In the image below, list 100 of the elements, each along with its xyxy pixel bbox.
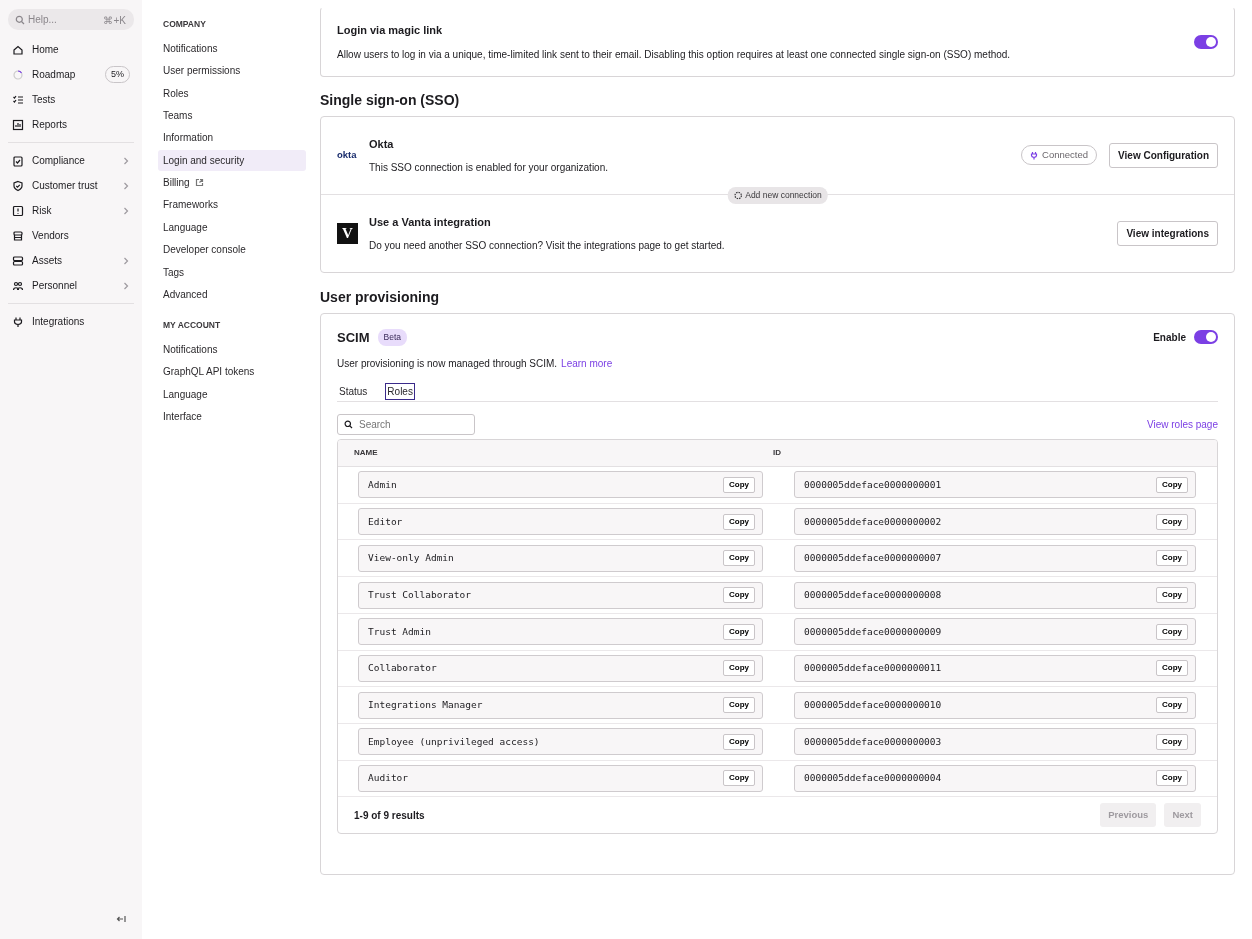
toggle-label: Enable bbox=[1153, 330, 1186, 345]
sidebar-item[interactable]: Personnel bbox=[8, 273, 134, 298]
settings-nav-item[interactable]: Billing bbox=[158, 172, 306, 194]
section-heading: COMPANY bbox=[162, 18, 207, 31]
card-title: SCIM bbox=[337, 328, 370, 347]
sidebar-item[interactable]: Vendors bbox=[8, 223, 134, 248]
settings-nav-item[interactable]: GraphQL API tokens bbox=[158, 361, 306, 383]
copy-button[interactable]: Copy bbox=[1156, 733, 1188, 750]
connection-title: Use a Vanta integration bbox=[369, 214, 492, 230]
settings-nav-item[interactable]: Tags bbox=[158, 261, 306, 283]
copyable-field: 0000005ddeface0000000003 Copy bbox=[794, 728, 1196, 756]
copyable-field: 0000005ddeface0000000011 Copy bbox=[794, 654, 1196, 682]
action-button[interactable]: View integrations bbox=[1117, 220, 1218, 246]
copy-button[interactable]: Copy bbox=[1156, 660, 1188, 677]
shield-icon bbox=[12, 179, 24, 192]
alert-icon bbox=[12, 204, 24, 217]
checklist-icon bbox=[12, 93, 24, 106]
settings-nav-item[interactable]: Notifications bbox=[158, 338, 306, 360]
copy-button[interactable]: Copy bbox=[1156, 623, 1188, 640]
copyable-field: Auditor Copy bbox=[358, 764, 763, 792]
copy-button[interactable]: Copy bbox=[723, 513, 755, 530]
column-header: ID bbox=[773, 447, 781, 460]
settings-nav-item[interactable]: Frameworks bbox=[158, 194, 306, 216]
copyable-field: Collaborator Copy bbox=[358, 654, 763, 682]
connection-description: Do you need another SSO connection? Visit the integrations page to get started. bbox=[369, 239, 726, 254]
copyable-field: 0000005ddeface0000000001 Copy bbox=[794, 471, 1196, 499]
setting-description: Allow users to log in via a unique, time-limited link sent to their email. Disabling this option requires at least one connected single sign-on (SSO) method. bbox=[337, 47, 1012, 62]
plug-icon bbox=[1030, 150, 1039, 160]
section-heading: MY ACCOUNT bbox=[162, 319, 222, 333]
settings-nav-item[interactable]: Teams bbox=[158, 104, 306, 126]
arrow-left-bar-icon bbox=[116, 913, 126, 924]
column-header: NAME bbox=[353, 447, 379, 460]
copy-button[interactable]: Copy bbox=[723, 733, 755, 750]
logo: okta bbox=[337, 148, 358, 163]
copyable-field: Editor Copy bbox=[358, 508, 763, 536]
copy-button[interactable]: Copy bbox=[1156, 476, 1188, 493]
beta-badge: Beta bbox=[377, 328, 407, 346]
copyable-field: 0000005ddeface0000000009 Copy bbox=[794, 618, 1196, 646]
sidebar-item[interactable]: Customer trust bbox=[8, 173, 134, 198]
tab[interactable]: Roles bbox=[385, 383, 415, 401]
sidebar-item[interactable]: Integrations bbox=[8, 309, 134, 334]
action-button[interactable]: View Configuration bbox=[1109, 142, 1218, 168]
clipboard-icon bbox=[12, 154, 24, 167]
copyable-field: Admin Copy bbox=[358, 471, 763, 499]
tab[interactable]: Status bbox=[337, 383, 370, 401]
copy-button[interactable]: Copy bbox=[1156, 550, 1188, 567]
copy-button[interactable]: Copy bbox=[723, 476, 755, 493]
settings-nav-item[interactable]: Roles bbox=[158, 82, 306, 104]
copy-button[interactable]: Copy bbox=[1156, 587, 1188, 603]
copy-button[interactable]: Copy bbox=[723, 697, 755, 714]
settings-nav-item[interactable]: Information bbox=[158, 127, 306, 149]
toggle-switch[interactable] bbox=[1194, 330, 1218, 345]
dashed-circle-icon bbox=[733, 190, 743, 200]
settings-nav-item[interactable]: Notifications bbox=[158, 37, 306, 59]
copy-button[interactable]: Copy bbox=[723, 623, 755, 640]
toggle-switch[interactable] bbox=[1194, 35, 1218, 49]
results-count: 1-9 of 9 results bbox=[354, 808, 426, 823]
copyable-field: 0000005ddeface0000000008 Copy bbox=[794, 581, 1196, 609]
view-roles-link[interactable]: View roles page bbox=[1147, 417, 1218, 433]
copy-button[interactable]: Copy bbox=[1156, 697, 1188, 714]
settings-nav-item[interactable]: Developer console bbox=[158, 239, 306, 261]
search-field[interactable]: Search bbox=[337, 414, 475, 436]
house-icon bbox=[12, 43, 24, 56]
card-description: User provisioning is now managed through SCIM. bbox=[337, 357, 558, 372]
copyable-field: Integrations Manager Copy bbox=[358, 691, 763, 719]
sidebar-item[interactable]: Reports bbox=[8, 112, 134, 137]
sidebar-item[interactable]: Tests bbox=[8, 87, 134, 112]
connection-title: Okta bbox=[369, 136, 395, 152]
stack-icon bbox=[12, 254, 24, 267]
copyable-field: 0000005ddeface0000000004 Copy bbox=[794, 764, 1196, 792]
copy-button[interactable]: Copy bbox=[723, 770, 755, 787]
settings-nav-item[interactable]: Login and security bbox=[158, 149, 306, 171]
copyable-field: 0000005ddeface0000000010 Copy bbox=[794, 691, 1196, 719]
settings-nav-item[interactable]: User permissions bbox=[158, 60, 306, 82]
copy-button[interactable]: Copy bbox=[723, 550, 755, 567]
section-heading: Single sign-on (SSO) bbox=[320, 92, 461, 109]
sidebar-item[interactable]: Risk bbox=[8, 198, 134, 223]
chart-icon bbox=[12, 118, 24, 131]
learn-more-link[interactable]: Learn more bbox=[561, 356, 613, 372]
copy-button[interactable]: Copy bbox=[723, 587, 755, 603]
people-icon bbox=[12, 279, 24, 292]
copyable-field: 0000005ddeface0000000002 Copy bbox=[794, 508, 1196, 536]
copy-button[interactable]: Copy bbox=[1156, 770, 1188, 787]
sidebar-item[interactable]: Roadmap 5% bbox=[8, 62, 134, 87]
sidebar-item[interactable]: Assets bbox=[8, 248, 134, 273]
sidebar-item[interactable]: Compliance bbox=[8, 148, 134, 173]
progress-ring-icon bbox=[12, 68, 24, 81]
add-connection-chip[interactable]: Add new connection bbox=[727, 186, 828, 204]
copyable-field: Trust Collaborator Copy bbox=[358, 581, 763, 609]
setting-title: Login via magic link bbox=[337, 23, 444, 39]
copy-button[interactable]: Copy bbox=[723, 660, 755, 677]
search-icon bbox=[344, 420, 353, 430]
settings-nav-item[interactable]: Advanced bbox=[158, 284, 306, 306]
copy-button[interactable]: Copy bbox=[1156, 513, 1188, 530]
sidebar-item[interactable]: Home bbox=[8, 37, 134, 62]
section-heading: User provisioning bbox=[320, 288, 441, 306]
connection-description: This SSO connection is enabled for your organization. bbox=[369, 161, 610, 176]
settings-nav-item[interactable]: Language bbox=[158, 383, 306, 405]
settings-nav-item[interactable]: Interface bbox=[158, 405, 306, 427]
settings-nav-item[interactable]: Language bbox=[158, 216, 306, 238]
